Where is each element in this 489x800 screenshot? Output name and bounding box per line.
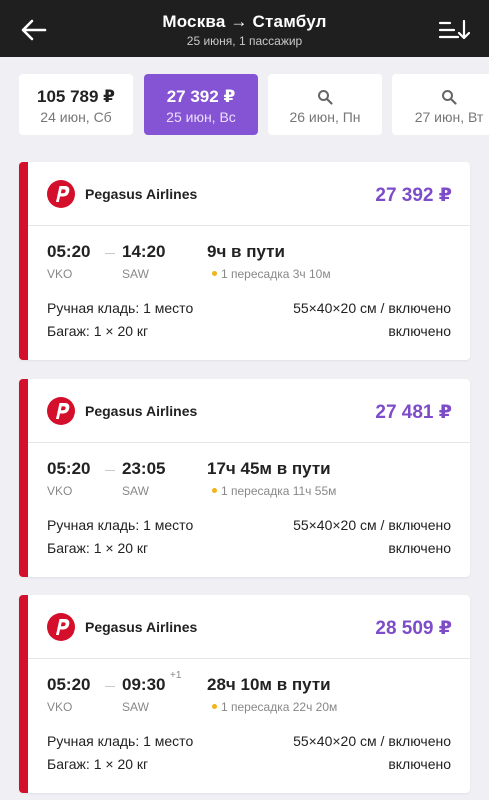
flight-duration: 9ч в пути <box>207 242 285 261</box>
baggage-value: включено <box>388 756 451 772</box>
pegasus-logo-icon <box>47 613 75 641</box>
flight-price: 27 481 ₽ <box>375 402 452 423</box>
flight-card[interactable]: Pegasus Airlines 27 392 ₽ 05:20 VKO 14:2… <box>19 162 470 360</box>
flight-card-header: Pegasus Airlines 27 481 ₽ <box>28 379 470 443</box>
arrival-time: 09:30 <box>122 675 166 694</box>
hand-luggage-label: Ручная кладь: 1 место <box>47 517 194 533</box>
hand-luggage-label: Ручная кладь: 1 место <box>47 300 194 316</box>
departure-time: 05:20 <box>47 675 91 694</box>
flight-card[interactable]: Pegasus Airlines 28 509 ₽ 05:20 VKO 09:3… <box>19 595 470 793</box>
flight-card[interactable]: Pegasus Airlines 27 481 ₽ 05:20 VKO 23:0… <box>19 379 470 577</box>
route-dash <box>105 253 115 254</box>
baggage-label: Багаж: 1 × 20 кг <box>47 756 149 772</box>
airline-color-stripe <box>19 595 28 793</box>
arrival-airport: SAW <box>122 700 149 714</box>
airline-color-stripe <box>19 162 28 360</box>
search-summary: 25 июня, 1 пассажир <box>186 34 303 48</box>
layover-dot <box>212 704 217 709</box>
arrival-time: 23:05 <box>122 459 166 478</box>
date-tile-jun-26[interactable]: 26 июн, Пн <box>268 74 382 135</box>
layover-dot <box>212 488 217 493</box>
date-tile-jun-27[interactable]: 27 июн, Вт <box>392 74 489 135</box>
search-icon <box>268 87 382 107</box>
flight-duration: 28ч 10м в пути <box>207 675 331 694</box>
sort-icon <box>438 19 470 40</box>
sort-button[interactable] <box>437 16 471 44</box>
date-tile-jun-24[interactable]: 105 789 ₽ 24 июн, Сб <box>19 74 133 135</box>
arrow-left-icon <box>21 19 47 41</box>
hand-luggage-label: Ручная кладь: 1 место <box>47 733 194 749</box>
departure-time: 05:20 <box>47 242 91 261</box>
departure-airport: VKO <box>47 700 73 714</box>
layover-dot <box>212 271 217 276</box>
airline-name: Pegasus Airlines <box>85 186 198 202</box>
airline-name: Pegasus Airlines <box>85 403 198 419</box>
date-price: 27 392 ₽ <box>166 87 236 106</box>
hand-luggage-value: 55×40×20 см / включено <box>293 733 451 749</box>
date-label: 24 июн, Сб <box>40 109 112 125</box>
flight-price: 28 509 ₽ <box>375 618 452 639</box>
layover-info: 1 пересадка 3ч 10м <box>221 267 331 281</box>
baggage-value: включено <box>388 540 451 556</box>
hand-luggage-value: 55×40×20 см / включено <box>293 300 451 316</box>
pegasus-logo-icon <box>47 180 75 208</box>
departure-airport: VKO <box>47 484 73 498</box>
flight-card-header: Pegasus Airlines 27 392 ₽ <box>28 162 470 226</box>
date-tile-jun-25-selected[interactable]: 27 392 ₽ 25 июн, Вс <box>144 74 258 135</box>
layover-info: 1 пересадка 22ч 20м <box>221 700 338 714</box>
route-title: Москва → Стамбул <box>162 12 327 31</box>
baggage-label: Багаж: 1 × 20 кг <box>47 540 149 556</box>
date-label: 26 июн, Пн <box>289 109 361 125</box>
search-icon <box>392 87 489 107</box>
arrival-airport: SAW <box>122 267 149 281</box>
baggage-label: Багаж: 1 × 20 кг <box>47 323 149 339</box>
arrival-time: 14:20 <box>122 242 166 261</box>
header-title-block: Москва → Стамбул 25 июня, 1 пассажир <box>80 12 409 48</box>
back-button[interactable] <box>18 16 50 44</box>
baggage-value: включено <box>388 323 451 339</box>
pegasus-logo-icon <box>47 397 75 425</box>
hand-luggage-value: 55×40×20 см / включено <box>293 517 451 533</box>
departure-airport: VKO <box>47 267 73 281</box>
route-dash <box>105 470 115 471</box>
next-day-indicator: +1 <box>170 670 182 681</box>
date-price: 105 789 ₽ <box>36 87 115 106</box>
airline-name: Pegasus Airlines <box>85 619 198 635</box>
date-label: 27 июн, Вт <box>414 109 484 125</box>
date-selector: 105 789 ₽ 24 июн, Сб 27 392 ₽ 25 июн, Вс… <box>0 57 489 149</box>
airline-color-stripe <box>19 379 28 577</box>
date-label: 25 июн, Вс <box>166 109 236 125</box>
arrival-airport: SAW <box>122 484 149 498</box>
layover-info: 1 пересадка 11ч 55м <box>221 484 337 498</box>
route-dash <box>105 686 115 687</box>
flight-card-header: Pegasus Airlines 28 509 ₽ <box>28 595 470 659</box>
flight-price: 27 392 ₽ <box>375 185 452 206</box>
flight-duration: 17ч 45м в пути <box>207 459 331 478</box>
top-bar: Москва → Стамбул 25 июня, 1 пассажир <box>0 0 489 57</box>
departure-time: 05:20 <box>47 459 91 478</box>
